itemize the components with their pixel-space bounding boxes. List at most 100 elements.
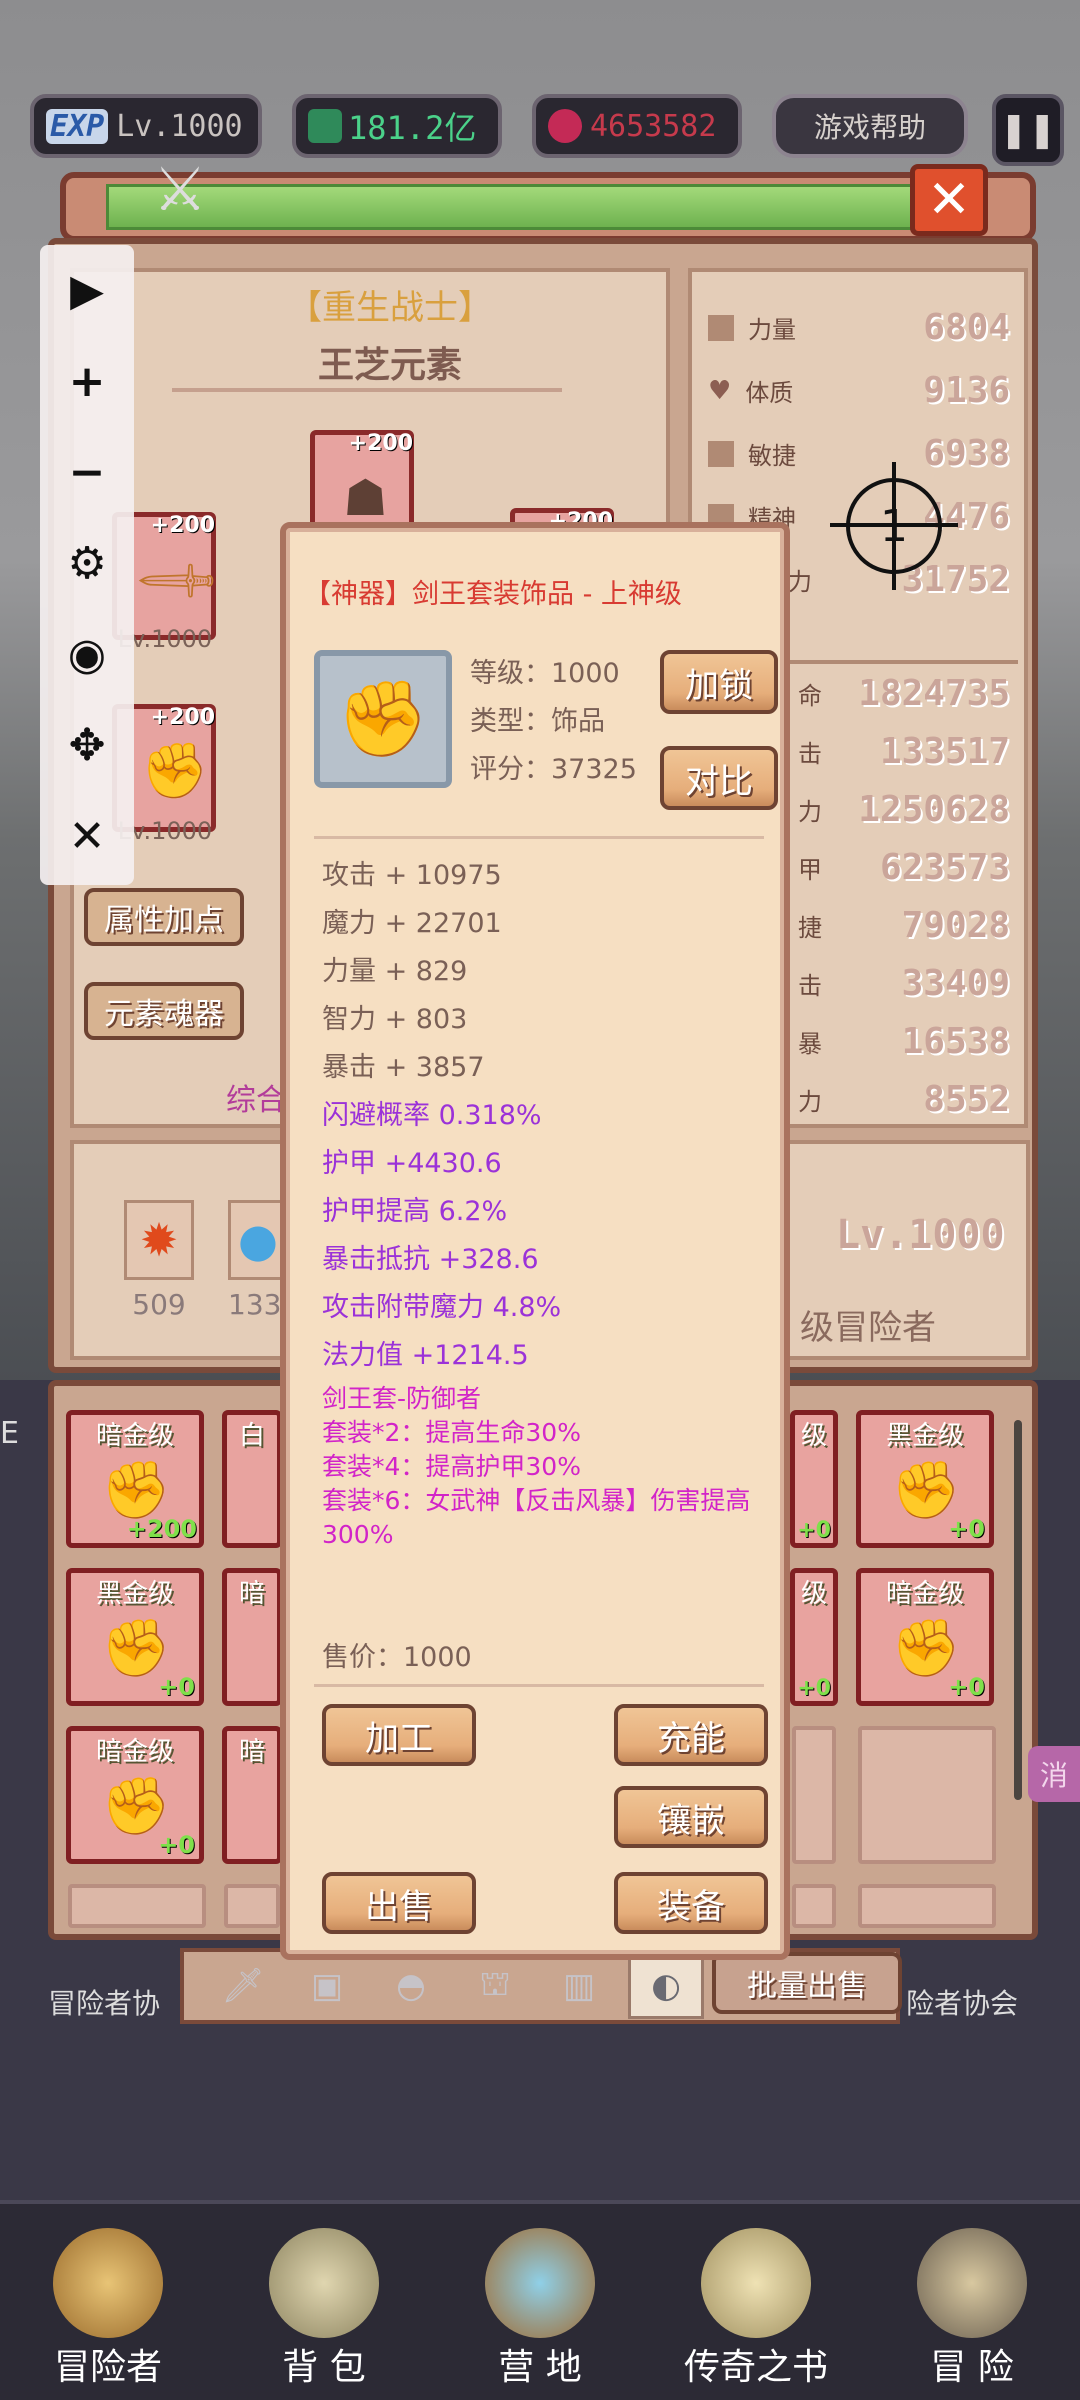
rank-level: Lv.1000: [836, 1212, 1005, 1258]
tab-chest-icon[interactable]: ⛫: [460, 1956, 530, 2016]
equip-button[interactable]: 装备: [614, 1872, 768, 1934]
popup-divider: [314, 1684, 764, 1687]
inventory-item[interactable]: 暗金级 ✊ +200: [66, 1410, 204, 1548]
extra-stat: 法力值 +1214.5: [322, 1339, 529, 1371]
inventory-empty-slot[interactable]: [68, 1884, 206, 1928]
stat-value: 6938: [923, 433, 1010, 474]
element-soul-button[interactable]: 元素魂器: [84, 982, 244, 1040]
hero-name: 王芝元素: [317, 345, 462, 386]
compare-button[interactable]: 对比: [660, 746, 778, 810]
gloves-icon: ✊: [336, 675, 430, 762]
tab-helmet-icon[interactable]: ◓: [376, 1956, 446, 2016]
base-stat: 魔力 + 22701: [322, 907, 502, 939]
move-icon[interactable]: ✥: [40, 700, 134, 791]
close-panel-button[interactable]: ✕: [910, 164, 988, 236]
inventory-item[interactable]: 白: [222, 1410, 282, 1548]
stat-label: 力: [788, 568, 812, 596]
inventory-item[interactable]: 级 +0: [790, 1568, 838, 1706]
item-tier: 暗金级: [885, 1579, 964, 1609]
item-detail-popup: 【神器】剑王套装饰品 - 上神级 ✊ 等级：1000 类型：饰品 评分：3732…: [280, 522, 790, 1960]
floating-toolbar: ▶ + − ⚙ ◉ ✥ ✕: [40, 245, 134, 885]
nav-adventurer[interactable]: 冒险者: [8, 2228, 208, 2390]
set-bonus: 套装*4：提高护甲30%: [322, 1452, 581, 1481]
tab-accessory-icon[interactable]: ◐: [628, 1953, 704, 2019]
inventory-empty-slot[interactable]: [858, 1884, 996, 1928]
extra-stat: 护甲提高 6.2%: [322, 1195, 508, 1227]
lock-button[interactable]: 加锁: [660, 650, 778, 714]
inventory-item[interactable]: 暗: [222, 1568, 282, 1706]
nav-adventure[interactable]: 冒 险: [872, 2228, 1072, 2390]
level-display: EXP Lv.1000: [30, 94, 262, 158]
inventory-empty-slot[interactable]: [792, 1726, 836, 1864]
slot-plus: +200: [150, 705, 215, 730]
item-plus: +0: [948, 1673, 985, 1701]
guild-label-left: 冒险者协: [48, 1987, 161, 2020]
extra-stat: 暴击抵抗 +328.6: [322, 1243, 539, 1275]
nav-camp[interactable]: 营 地: [440, 2228, 640, 2390]
inventory-item[interactable]: 级 +0: [790, 1410, 838, 1548]
item-tier: 级: [800, 1421, 827, 1451]
process-button[interactable]: 加工: [322, 1704, 476, 1766]
stat-label: 力: [798, 797, 822, 826]
inventory-item[interactable]: 暗金级 ✊ +0: [856, 1568, 994, 1706]
item-plus: +200: [126, 1515, 197, 1543]
game-help-button[interactable]: 游戏帮助: [772, 94, 968, 158]
extra-stat: 闪避概率 0.318%: [322, 1099, 542, 1131]
inventory-empty-slot[interactable]: [858, 1726, 996, 1864]
inventory-scrollbar[interactable]: [1014, 1420, 1022, 1800]
inventory-item[interactable]: 暗金级 ✊ +0: [66, 1726, 204, 1864]
inventory-empty-slot[interactable]: [792, 1884, 836, 1928]
gold-display: 181.2亿: [292, 94, 502, 158]
rank-title: 级冒险者: [800, 1308, 936, 1348]
set-bonus: 套装*2：提高生命30%: [322, 1418, 581, 1447]
bulk-sell-button[interactable]: 批量出售: [712, 1952, 902, 2014]
item-plus: +0: [158, 1673, 195, 1701]
set-name: 剑王套-防御者: [322, 1384, 482, 1413]
play-icon[interactable]: ▶: [40, 245, 134, 336]
boot-icon: [708, 440, 734, 467]
base-stat: 力量 + 829: [322, 955, 468, 987]
sell-button[interactable]: 出售: [322, 1872, 476, 1934]
crosshair-v-line: [892, 462, 896, 590]
inventory-item[interactable]: 黑金级 ✊ +0: [856, 1410, 994, 1548]
stat-label: 捷: [798, 913, 822, 942]
side-tag[interactable]: 消: [1028, 1746, 1080, 1802]
slot-plus: +200: [150, 513, 215, 538]
stat-value: 33409: [901, 962, 1010, 1004]
inventory-item[interactable]: 暗: [222, 1726, 282, 1864]
water-essence-icon: ●: [228, 1200, 288, 1280]
nav-backpack[interactable]: 背 包: [224, 2228, 424, 2390]
minus-icon[interactable]: −: [40, 427, 134, 518]
item-plus: +0: [158, 1831, 195, 1859]
gold-value: 181.2亿: [348, 109, 477, 147]
stat-value: 1824735: [858, 672, 1010, 714]
item-tier: 暗金级: [95, 1421, 174, 1451]
tab-weapon-icon[interactable]: 🗡: [208, 1956, 278, 2016]
item-score: 评分：37325: [470, 753, 637, 785]
charge-button[interactable]: 充能: [614, 1704, 768, 1766]
tab-legs-icon[interactable]: ▥: [544, 1956, 614, 2016]
inventory-item[interactable]: 黑金级 ✊ +0: [66, 1568, 204, 1706]
item-tier: 黑金级: [885, 1421, 964, 1451]
helmet-icon: ☗: [343, 469, 388, 527]
pause-button[interactable]: ❚❚: [992, 94, 1064, 166]
inventory-empty-slot[interactable]: [224, 1884, 280, 1928]
gear-icon[interactable]: ⚙: [40, 518, 134, 609]
eye-hidden-icon[interactable]: ◉: [40, 609, 134, 700]
item-tier: 白: [238, 1421, 265, 1451]
nav-legend-book[interactable]: 传奇之书: [656, 2228, 856, 2390]
ruby-icon: [548, 109, 582, 143]
set-bonus-list: 剑王套-防御者 套装*2：提高生命30% 套装*4：提高护甲30% 套装*6：女…: [322, 1382, 752, 1552]
stat-label: 体质: [745, 379, 794, 407]
close-icon[interactable]: ✕: [40, 791, 134, 882]
inlay-button[interactable]: 镶嵌: [614, 1786, 768, 1848]
item-plus: +0: [797, 1518, 831, 1543]
attribute-points-button[interactable]: 属性加点: [84, 888, 244, 946]
item-tier: 暗: [238, 1737, 265, 1767]
plus-icon[interactable]: +: [40, 336, 134, 427]
gloves-icon: ✊: [141, 739, 209, 802]
stat-label: 敏捷: [748, 442, 796, 470]
nav-label: 冒 险: [930, 2347, 1014, 2388]
pause-icon: ❚❚: [999, 110, 1057, 150]
tab-armor-icon[interactable]: ▣: [292, 1956, 362, 2016]
